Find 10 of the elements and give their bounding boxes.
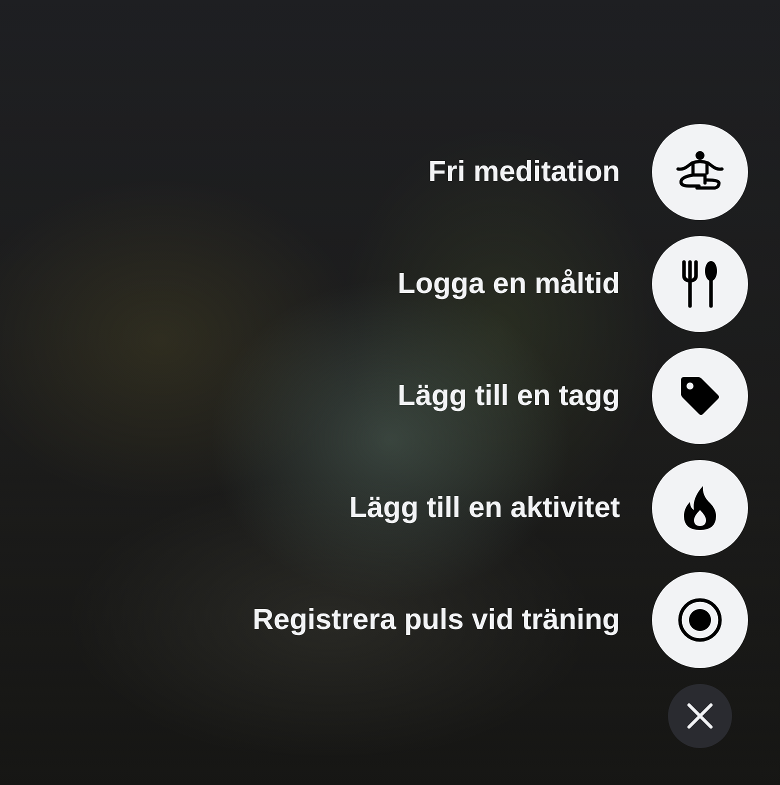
close-icon [687,703,713,729]
flame-icon [681,484,719,532]
fork-spoon-icon [680,260,720,308]
action-label: Logga en måltid [398,268,620,300]
record-icon [677,597,723,643]
tag-icon [678,374,722,418]
action-label: Fri meditation [428,156,620,188]
action-label: Registrera puls vid träning [252,604,620,636]
action-label: Lägg till en tagg [398,380,620,412]
action-label: Lägg till en aktivitet [349,492,620,524]
